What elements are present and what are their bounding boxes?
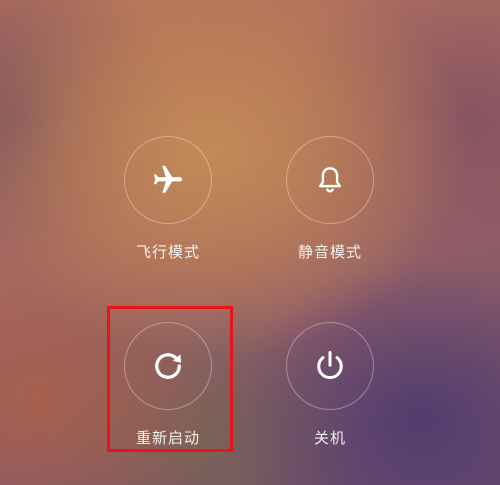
airplane-mode-toggle[interactable]: 飞行模式 (110, 136, 230, 266)
restart-icon (155, 353, 182, 379)
restart-label: 重新启动 (135, 429, 200, 447)
silent-mode-label: 静音模式 (297, 243, 362, 261)
airplane-mode-button[interactable] (124, 136, 212, 224)
bell-icon (318, 167, 342, 193)
power-icon (317, 351, 343, 380)
power-off-button[interactable] (286, 322, 374, 410)
power-off-label: 关机 (313, 429, 346, 447)
power-menu-screen: 飞行模式 静音模式 重新启动 关机 (0, 0, 500, 485)
silent-mode-toggle[interactable]: 静音模式 (272, 136, 392, 266)
airplane-icon (153, 165, 183, 193)
restart-button[interactable] (124, 322, 212, 410)
power-off-option[interactable]: 关机 (272, 322, 392, 452)
silent-mode-button[interactable] (286, 136, 374, 224)
airplane-mode-label: 飞行模式 (135, 243, 200, 261)
restart-option[interactable]: 重新启动 (110, 322, 230, 452)
